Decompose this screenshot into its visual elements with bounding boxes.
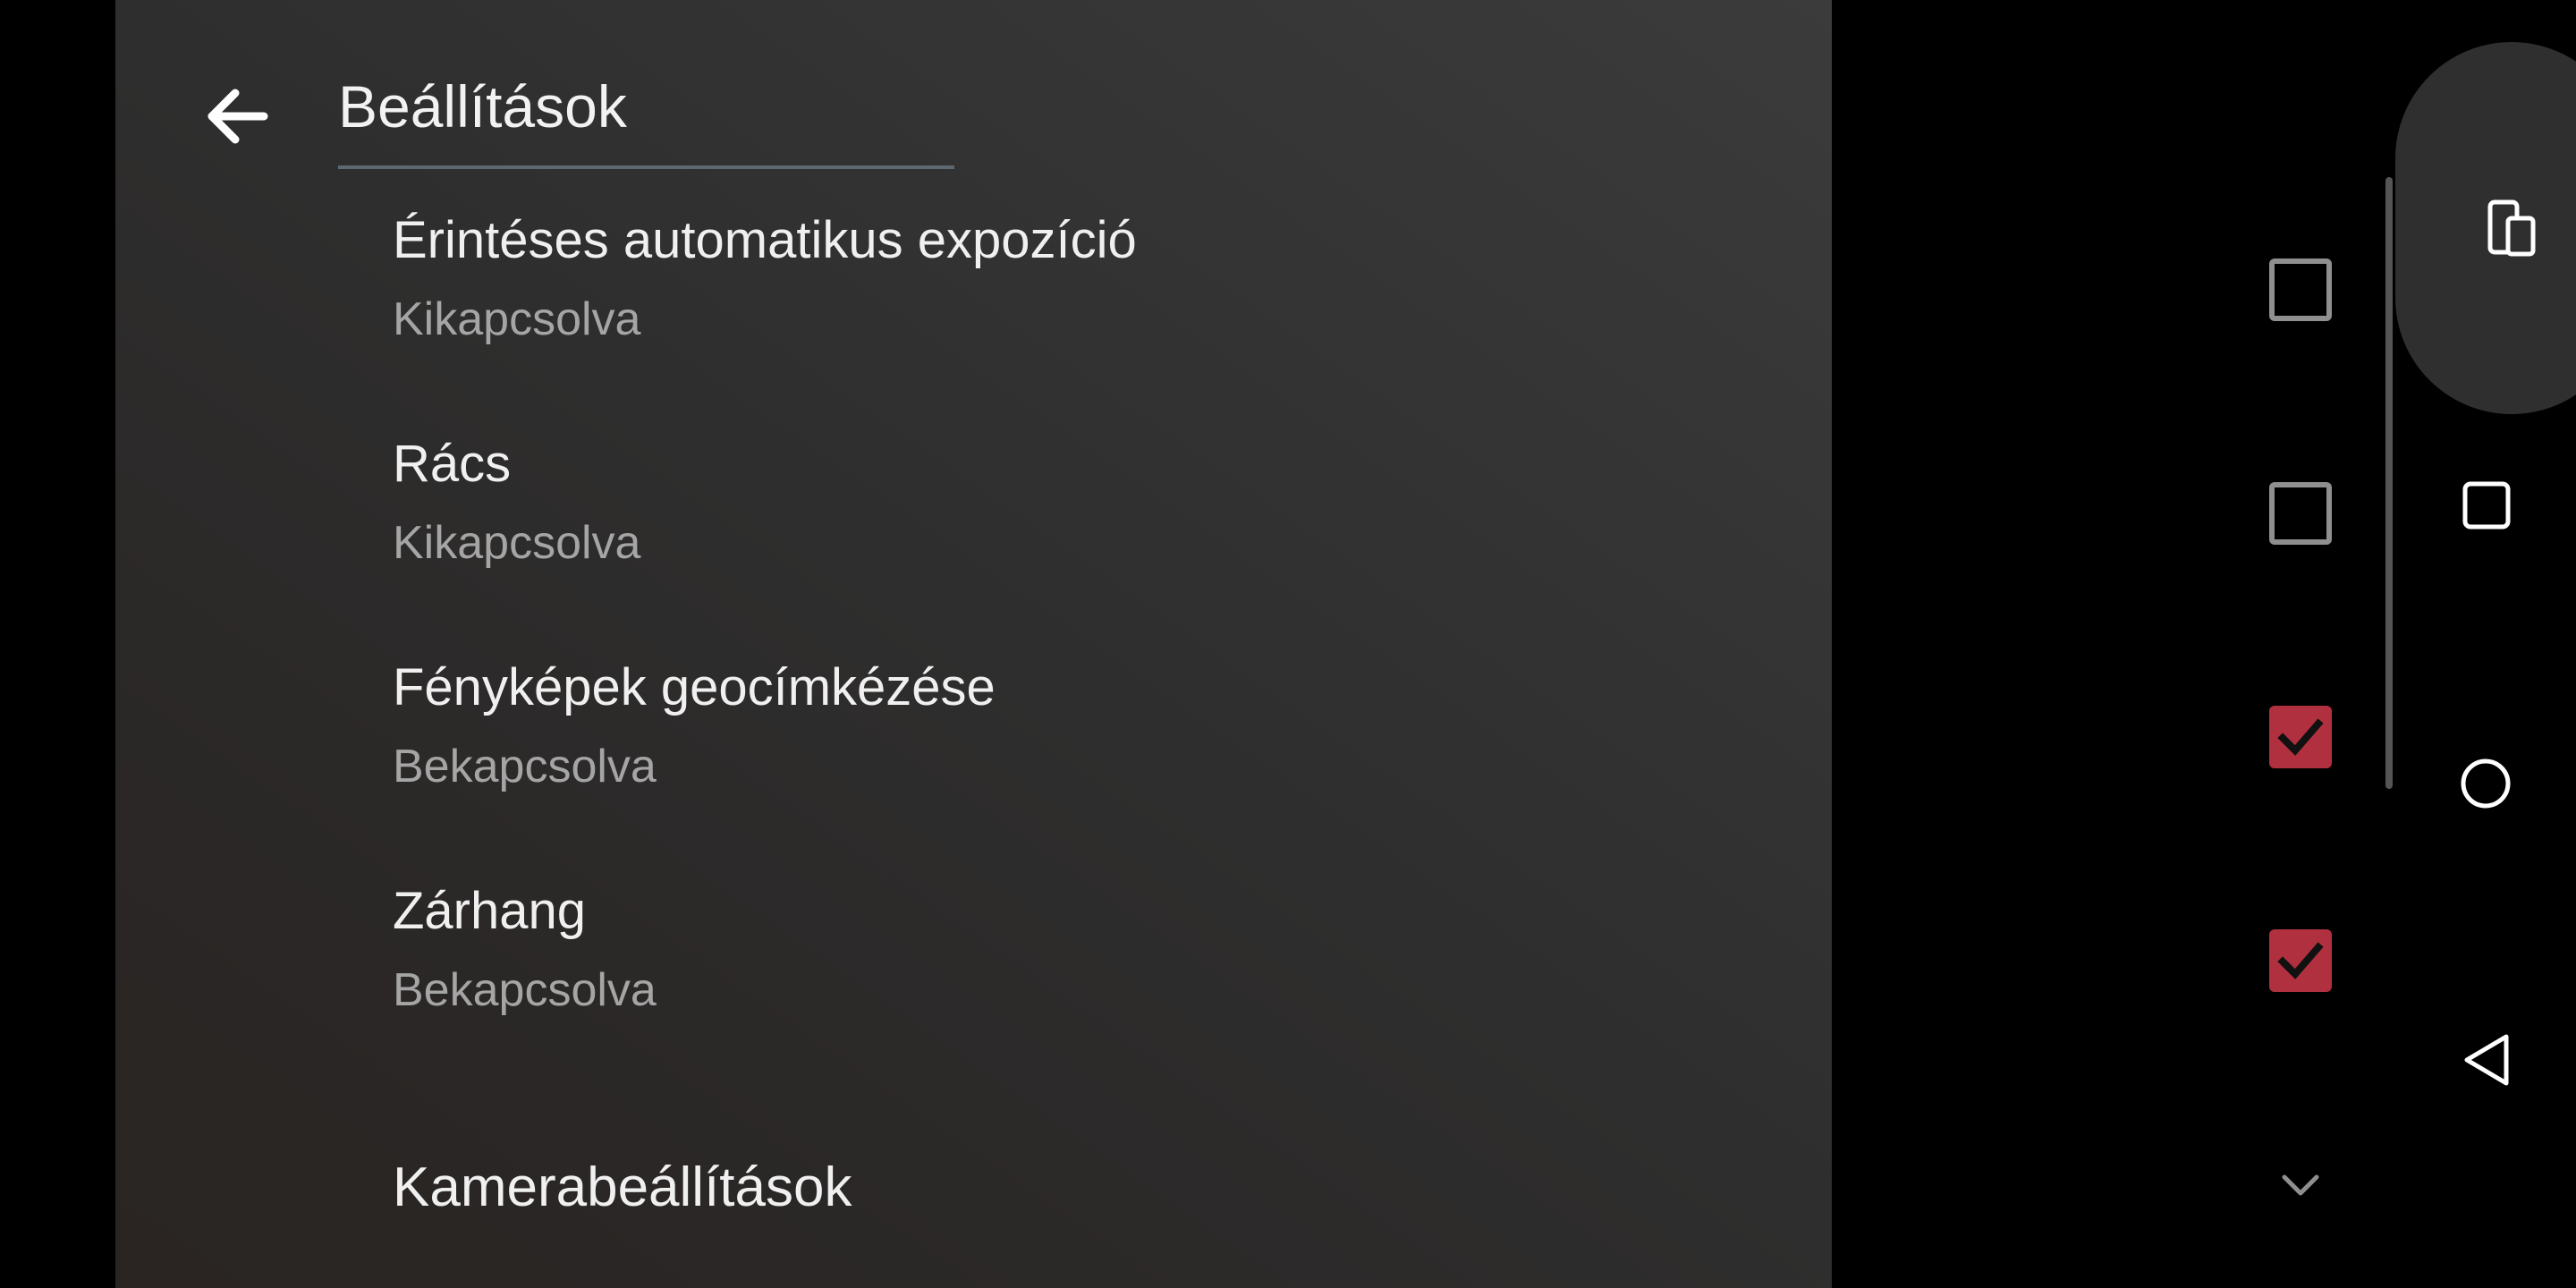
setting-title: Érintéses automatikus expozíció bbox=[393, 211, 1137, 269]
back-icon bbox=[2464, 1034, 2509, 1086]
back-button[interactable] bbox=[201, 80, 273, 152]
page-title: Beállítások bbox=[338, 73, 627, 140]
screen: Beállítások Érintéses automatikus expozí… bbox=[0, 0, 2576, 1288]
setting-grid[interactable]: Rács Kikapcsolva bbox=[393, 431, 1734, 574]
recents-button[interactable] bbox=[2460, 479, 2513, 532]
back-nav-button[interactable] bbox=[2458, 1031, 2515, 1089]
setting-shutter-sound[interactable]: Zárhang Bekapcsolva bbox=[393, 878, 1734, 1021]
settings-panel: Beállítások Érintéses automatikus expozí… bbox=[115, 0, 1832, 1288]
setting-geotagging[interactable]: Fényképek geocímkézése Bekapcsolva bbox=[393, 655, 1734, 798]
rotate-screen-icon bbox=[2487, 199, 2536, 257]
checkbox-grid[interactable] bbox=[2269, 482, 2332, 545]
setting-title: Rács bbox=[393, 435, 512, 493]
setting-status: Kikapcsolva bbox=[393, 293, 641, 345]
setting-status: Bekapcsolva bbox=[393, 741, 657, 792]
recents-icon bbox=[2462, 481, 2511, 530]
setting-status: Bekapcsolva bbox=[393, 964, 657, 1016]
arrow-left-icon bbox=[208, 89, 268, 144]
setting-title: Fényképek geocímkézése bbox=[393, 658, 996, 716]
setting-title: Zárhang bbox=[393, 882, 587, 940]
section-camera-settings[interactable]: Kamerabeállítások bbox=[393, 1154, 852, 1222]
checkmark-icon bbox=[2277, 718, 2324, 756]
scrollbar[interactable] bbox=[2385, 177, 2393, 789]
chevron-down-icon[interactable] bbox=[2272, 1163, 2329, 1208]
setting-status: Kikapcsolva bbox=[393, 517, 641, 569]
checkbox-touch-auto-exposure[interactable] bbox=[2269, 258, 2332, 321]
setting-touch-auto-exposure[interactable]: Érintéses automatikus expozíció Kikapcso… bbox=[393, 208, 1734, 351]
home-button[interactable] bbox=[2456, 754, 2515, 813]
rotate-screen-button[interactable] bbox=[2395, 42, 2576, 414]
checkbox-geotagging[interactable] bbox=[2269, 706, 2332, 768]
checkmark-icon bbox=[2277, 942, 2324, 979]
checkbox-shutter-sound[interactable] bbox=[2269, 929, 2332, 992]
title-underline bbox=[338, 165, 954, 169]
home-icon bbox=[2461, 758, 2511, 809]
